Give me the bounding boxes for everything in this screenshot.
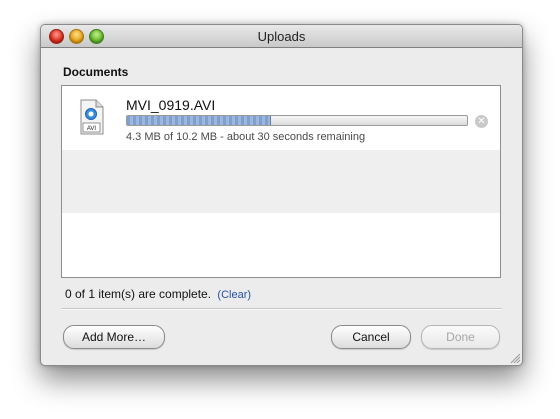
upload-row[interactable]: AVI MVI_0919.AVI ✕ 4.3 MB of 10.2 MB - a…	[62, 86, 500, 149]
empty-row	[62, 150, 500, 213]
section-heading: Documents	[63, 65, 129, 79]
cancel-upload-icon[interactable]: ✕	[475, 115, 488, 128]
window-title: Uploads	[257, 29, 306, 44]
clear-link[interactable]: (Clear)	[217, 289, 251, 301]
add-more-button[interactable]: Add More…	[63, 325, 165, 349]
completion-summary: 0 of 1 item(s) are complete. (Clear)	[65, 287, 251, 301]
cancel-button[interactable]: Cancel	[331, 325, 411, 349]
empty-row	[62, 214, 500, 277]
file-name: MVI_0919.AVI	[126, 97, 216, 113]
uploads-window: Uploads Documents AVI MVI_0919.AVI ✕ 4.3…	[40, 24, 523, 366]
divider	[61, 308, 502, 309]
summary-text: 0 of 1 item(s) are complete.	[65, 287, 212, 301]
upload-status: 4.3 MB of 10.2 MB - about 30 seconds rem…	[126, 131, 366, 143]
title-bar[interactable]: Uploads	[41, 25, 522, 48]
upload-progress-fill	[127, 116, 271, 125]
done-button: Done	[421, 325, 500, 349]
avi-file-icon: AVI	[80, 99, 104, 135]
resize-grip-icon[interactable]	[509, 352, 521, 364]
upload-progress-bar	[126, 115, 468, 126]
uploads-list[interactable]: AVI MVI_0919.AVI ✕ 4.3 MB of 10.2 MB - a…	[61, 85, 501, 278]
svg-text:AVI: AVI	[87, 126, 97, 132]
